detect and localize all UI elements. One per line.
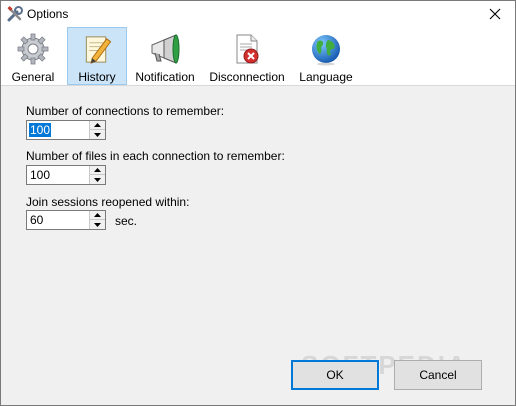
- cancel-button[interactable]: Cancel: [394, 360, 482, 390]
- files-value[interactable]: 100: [29, 168, 51, 182]
- chevron-up-icon: [94, 168, 101, 172]
- gear-icon: [17, 33, 49, 65]
- connections-value[interactable]: 100: [29, 123, 52, 137]
- close-icon: [489, 8, 501, 20]
- globe-icon: [312, 35, 340, 66]
- tab-disconnection[interactable]: Disconnection: [207, 27, 287, 85]
- spin-down-button[interactable]: [90, 220, 105, 229]
- tab-label: General: [11, 70, 55, 84]
- tab-label: History: [78, 70, 116, 84]
- options-toolbar: General History Notification Disconnecti…: [1, 27, 515, 86]
- tab-general[interactable]: General: [7, 27, 59, 85]
- tab-label: Language: [299, 70, 353, 84]
- sessions-unit: sec.: [115, 214, 138, 228]
- spin-down-button[interactable]: [90, 130, 105, 139]
- files-label: Number of files in each connection to re…: [26, 149, 285, 163]
- spinner-arrows: [89, 211, 105, 229]
- sessions-label: Join sessions reopened within:: [26, 195, 190, 209]
- close-button[interactable]: [475, 1, 515, 27]
- chevron-up-icon: [94, 123, 101, 127]
- sessions-spinner[interactable]: 60: [26, 210, 106, 230]
- window-title: Options: [27, 7, 69, 21]
- ok-button[interactable]: OK: [291, 360, 379, 390]
- spin-up-button[interactable]: [90, 166, 105, 175]
- spin-up-button[interactable]: [90, 121, 105, 130]
- spinner-arrows: [89, 121, 105, 139]
- sessions-value[interactable]: 60: [29, 213, 44, 227]
- chevron-down-icon: [94, 132, 101, 137]
- document-error-icon: [236, 34, 259, 64]
- files-spinner[interactable]: 100: [26, 165, 106, 185]
- connections-spinner[interactable]: 100: [26, 120, 106, 140]
- connections-label: Number of connections to remember:: [26, 104, 225, 118]
- spin-up-button[interactable]: [90, 211, 105, 220]
- tools-icon: [7, 6, 23, 22]
- spin-down-button[interactable]: [90, 175, 105, 184]
- tab-label: Notification: [135, 70, 195, 84]
- tab-history[interactable]: History: [67, 27, 127, 85]
- tab-notification[interactable]: Notification: [135, 27, 195, 85]
- options-dialog: Options General History Notification Dis…: [0, 0, 516, 406]
- title-bar: Options: [1, 1, 515, 27]
- chevron-up-icon: [94, 213, 101, 217]
- pencil-note-icon: [85, 36, 112, 64]
- chevron-down-icon: [94, 177, 101, 182]
- tab-label: Disconnection: [209, 70, 285, 84]
- chevron-down-icon: [94, 222, 101, 227]
- spinner-arrows: [89, 166, 105, 184]
- tab-language[interactable]: Language: [297, 27, 355, 85]
- megaphone-icon: [151, 34, 180, 64]
